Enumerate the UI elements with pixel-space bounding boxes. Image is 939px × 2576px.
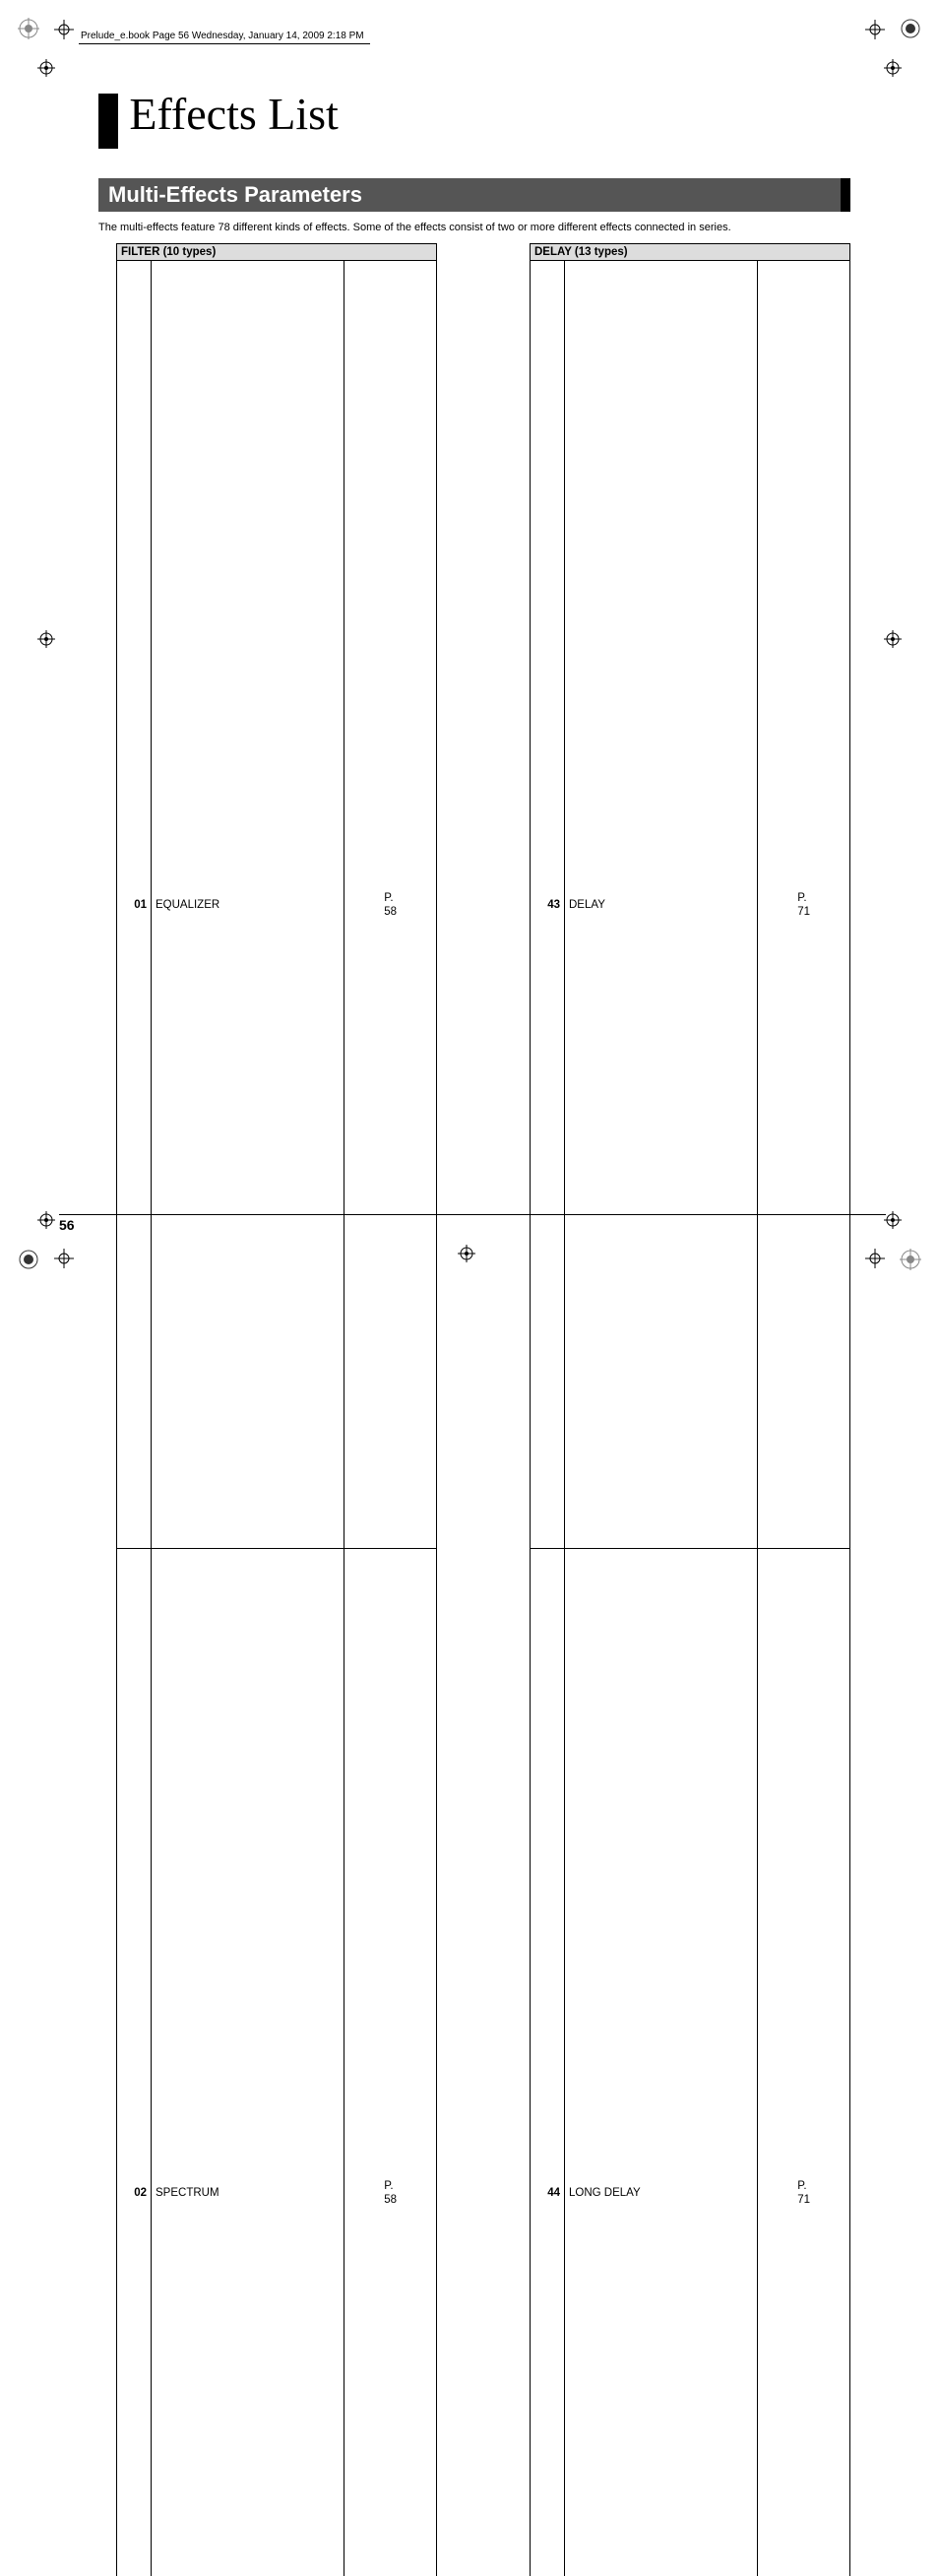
reg-mark-icon	[18, 1249, 39, 1270]
section-label: DELAY (13 types)	[531, 244, 850, 261]
page-title: Effects List	[129, 88, 338, 140]
section-row: FILTER (10 types)	[117, 244, 437, 261]
row-number: 43	[531, 261, 565, 1549]
crop-mark-icon	[37, 59, 55, 77]
row-page: P. 71	[758, 1549, 850, 2576]
title-block: Effects List	[98, 94, 850, 149]
table-row: 01EQUALIZERP. 58	[117, 261, 437, 1549]
table-row: 44LONG DELAYP. 71	[531, 1549, 850, 2576]
corner-mark-icon	[54, 1249, 74, 1268]
row-page: P. 71	[758, 261, 850, 1549]
title-side-bar	[98, 94, 118, 149]
crop-mark-icon	[884, 630, 902, 648]
crop-mark-icon	[37, 630, 55, 648]
row-name: DELAY	[565, 261, 758, 1549]
row-name: SPECTRUM	[152, 1549, 344, 2576]
section-row: DELAY (13 types)	[531, 244, 850, 261]
row-page: P. 58	[344, 261, 437, 1549]
right-table: DELAY (13 types)43DELAYP. 7144LONG DELAY…	[530, 243, 850, 2576]
reg-mark-icon	[18, 18, 39, 39]
row-number: 01	[117, 261, 152, 1549]
right-column: DELAY (13 types)43DELAYP. 7144LONG DELAY…	[530, 243, 850, 2576]
row-name: LONG DELAY	[565, 1549, 758, 2576]
section-header: Multi-Effects Parameters	[98, 178, 850, 212]
row-number: 02	[117, 1549, 152, 2576]
crop-mark-icon	[458, 1245, 475, 1262]
crop-mark-icon	[884, 1211, 902, 1229]
crop-mark-icon	[884, 59, 902, 77]
corner-mark-icon	[865, 1249, 885, 1268]
page: Prelude_e.book Page 56 Wednesday, Januar…	[0, 0, 939, 1288]
row-page: P. 58	[344, 1549, 437, 2576]
page-number: 56	[59, 1214, 886, 1233]
columns: FILTER (10 types)01EQUALIZERP. 5802SPECT…	[116, 243, 850, 2576]
corner-mark-icon	[865, 20, 885, 39]
left-column: FILTER (10 types)01EQUALIZERP. 5802SPECT…	[116, 243, 437, 2576]
header-note: Prelude_e.book Page 56 Wednesday, Januar…	[79, 31, 370, 44]
crop-mark-icon	[37, 1211, 55, 1229]
corner-mark-icon	[54, 20, 74, 39]
reg-mark-icon	[900, 18, 921, 39]
reg-mark-icon	[900, 1249, 921, 1270]
table-row: 02SPECTRUMP. 58	[117, 1549, 437, 2576]
left-table: FILTER (10 types)01EQUALIZERP. 5802SPECT…	[116, 243, 437, 2576]
section-label: FILTER (10 types)	[117, 244, 437, 261]
row-number: 44	[531, 1549, 565, 2576]
intro-text: The multi-effects feature 78 different k…	[98, 222, 850, 233]
table-row: 43DELAYP. 71	[531, 261, 850, 1549]
row-name: EQUALIZER	[152, 261, 344, 1549]
